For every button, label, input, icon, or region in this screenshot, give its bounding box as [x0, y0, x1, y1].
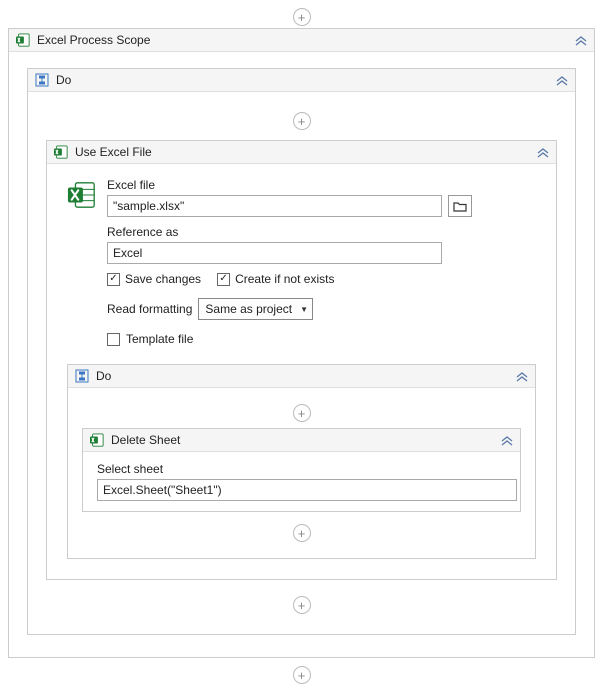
excel-file-icon	[53, 144, 69, 160]
read-formatting-value: Same as project	[205, 302, 292, 316]
reference-as-label: Reference as	[107, 225, 536, 239]
collapse-icon[interactable]	[536, 145, 550, 159]
activity-header[interactable]: Do	[28, 69, 575, 92]
browse-button[interactable]	[448, 195, 472, 217]
excel-file-input[interactable]: "sample.xlsx"	[107, 195, 442, 217]
activity-body: Excel file "sample.xlsx" Refe	[47, 164, 556, 579]
activity-header[interactable]: Delete Sheet	[83, 429, 520, 452]
insert-after-handle[interactable]: +	[8, 664, 595, 684]
template-file-label: Template file	[126, 332, 193, 346]
activity-header[interactable]: Do	[68, 365, 535, 388]
read-formatting-label: Read formatting	[107, 302, 192, 316]
activity-body: +	[68, 388, 535, 558]
template-file-checkbox[interactable]	[107, 333, 120, 346]
create-if-not-exists-label: Create if not exists	[235, 272, 334, 286]
plus-icon: +	[293, 404, 311, 422]
reference-as-input[interactable]: Excel	[107, 242, 442, 264]
plus-icon: +	[293, 524, 311, 542]
activity-title: Do	[56, 73, 549, 87]
activity-do-outer[interactable]: Do +	[27, 68, 576, 635]
drop-target-after[interactable]: +	[82, 518, 521, 548]
collapse-icon[interactable]	[500, 433, 514, 447]
plus-icon: +	[293, 112, 311, 130]
drop-target-before[interactable]: +	[82, 398, 521, 428]
sequence-icon	[34, 72, 50, 88]
plus-icon: +	[293, 596, 311, 614]
activity-body: Select sheet Excel.Sheet("Sheet1")	[83, 452, 520, 511]
activity-header[interactable]: Use Excel File	[47, 141, 556, 164]
excel-file-label: Excel file	[107, 178, 536, 192]
create-if-not-exists-checkbox[interactable]: ✓	[217, 273, 230, 286]
excel-app-icon	[67, 180, 97, 210]
activity-title: Delete Sheet	[111, 433, 494, 447]
activity-do-inner[interactable]: Do +	[67, 364, 536, 559]
save-changes-label: Save changes	[125, 272, 201, 286]
select-sheet-input[interactable]: Excel.Sheet("Sheet1")	[97, 479, 517, 501]
sequence-icon	[74, 368, 90, 384]
activity-delete-sheet[interactable]: Delete Sheet Select sheet Excel.Sheet("S…	[82, 428, 521, 512]
activity-body: + Use Excel File	[28, 92, 575, 634]
save-changes-checkbox[interactable]: ✓	[107, 273, 120, 286]
activity-title: Use Excel File	[75, 145, 530, 159]
collapse-icon[interactable]	[515, 369, 529, 383]
insert-before-handle[interactable]: +	[8, 8, 595, 28]
activity-title: Excel Process Scope	[37, 33, 568, 47]
select-sheet-label: Select sheet	[97, 462, 506, 476]
activity-body: Do +	[9, 52, 594, 657]
activity-excel-process-scope[interactable]: Excel Process Scope Do	[8, 28, 595, 658]
drop-target-before[interactable]: +	[46, 108, 557, 140]
activity-title: Do	[96, 369, 509, 383]
collapse-icon[interactable]	[574, 33, 588, 47]
plus-icon: +	[293, 8, 311, 26]
excel-scope-icon	[15, 32, 31, 48]
activity-header[interactable]: Excel Process Scope	[9, 29, 594, 52]
chevron-down-icon: ▼	[300, 305, 308, 314]
plus-icon: +	[293, 666, 311, 684]
folder-icon	[453, 201, 467, 212]
read-formatting-dropdown[interactable]: Same as project ▼	[198, 298, 313, 320]
drop-target-after[interactable]: +	[46, 586, 557, 618]
collapse-icon[interactable]	[555, 73, 569, 87]
activity-use-excel-file[interactable]: Use Excel File	[46, 140, 557, 580]
delete-sheet-icon	[89, 432, 105, 448]
